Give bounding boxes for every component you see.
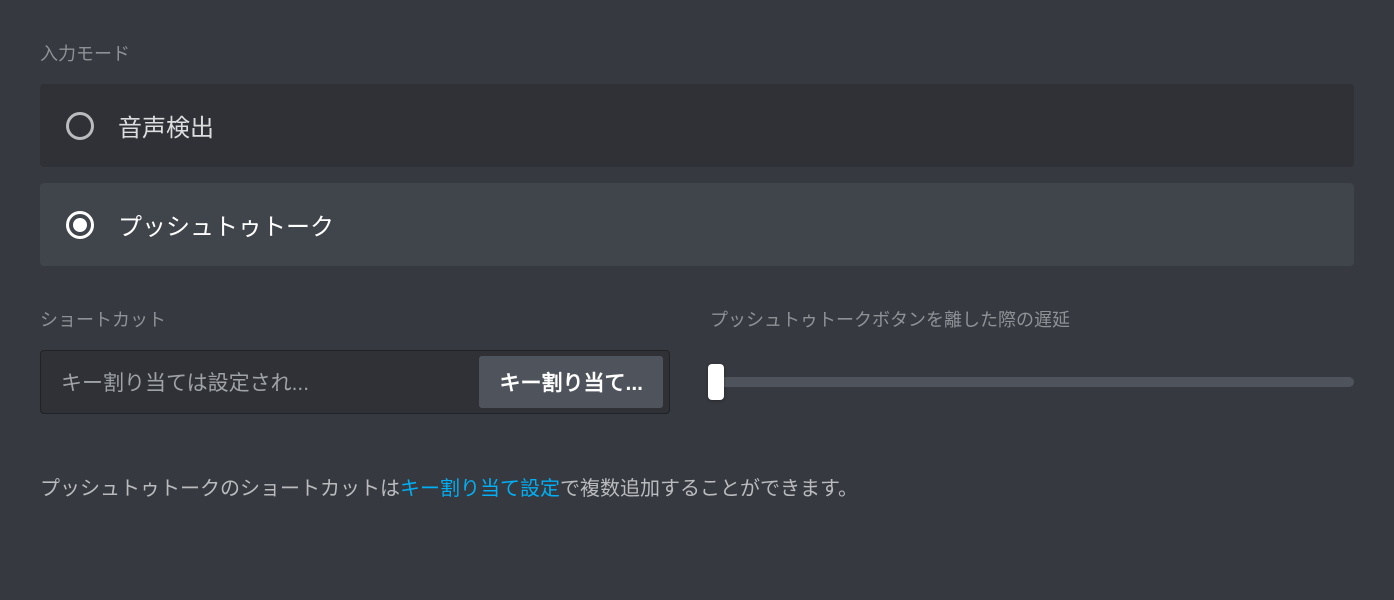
slider-track: [710, 377, 1354, 387]
edit-keybind-button[interactable]: キー割り当て...: [479, 356, 663, 408]
footer-help-text: プッシュトゥトークのショートカットはキー割り当て設定で複数追加することができます…: [40, 474, 1354, 504]
shortcut-input-box[interactable]: キー割り当ては設定され... キー割り当て...: [40, 350, 670, 414]
delay-label: プッシュトゥトークボタンを離した際の遅延: [710, 306, 1354, 332]
radio-checked-icon: [66, 211, 94, 239]
shortcut-label: ショートカット: [40, 306, 670, 332]
footer-text-after: で複数追加することができます。: [560, 478, 858, 500]
footer-text-before: プッシュトゥトークのショートカットは: [40, 478, 400, 500]
radio-push-to-talk[interactable]: プッシュトゥトーク: [40, 183, 1354, 266]
ptt-release-delay-slider[interactable]: [710, 350, 1354, 414]
keybind-settings-link[interactable]: キー割り当て設定: [400, 478, 560, 500]
slider-thumb[interactable]: [708, 364, 724, 400]
shortcut-placeholder: キー割り当ては設定され...: [61, 367, 479, 397]
radio-voice-activity[interactable]: 音声検出: [40, 84, 1354, 167]
input-mode-label: 入力モード: [40, 40, 1354, 66]
radio-push-to-talk-label: プッシュトゥトーク: [118, 207, 334, 242]
radio-voice-activity-label: 音声検出: [118, 108, 214, 143]
radio-unchecked-icon: [66, 112, 94, 140]
